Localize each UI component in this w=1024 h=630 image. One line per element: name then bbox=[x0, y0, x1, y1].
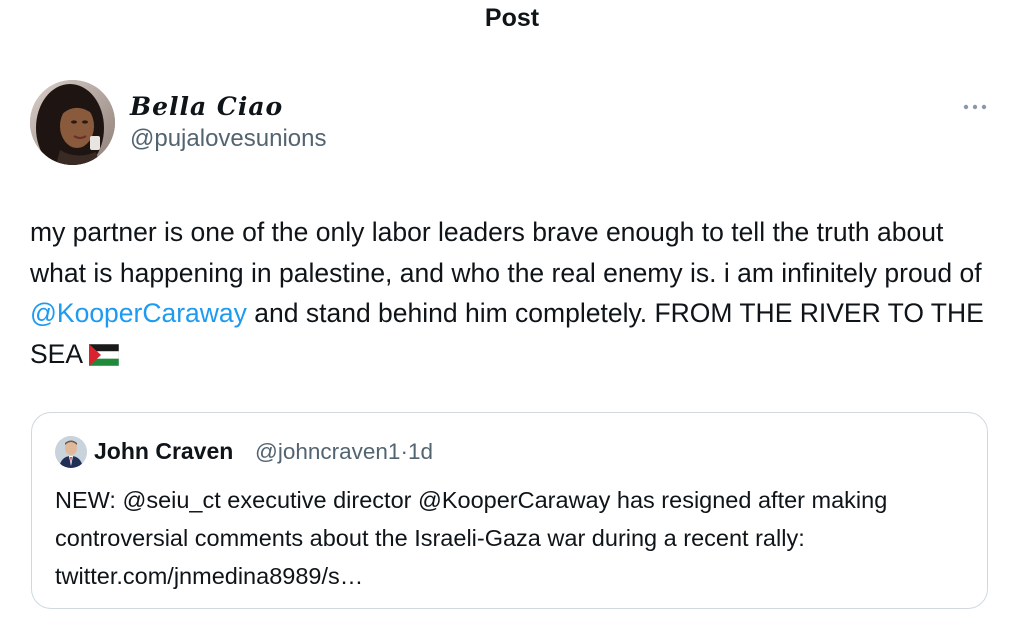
quote-author-name[interactable]: John Craven bbox=[94, 438, 233, 465]
post-page: Post 𝑩𝒆𝒍𝒍𝒂 𝑪𝒊𝒂𝒐 @pujalovesunions my part… bbox=[0, 0, 1024, 630]
author-display-name[interactable]: 𝑩𝒆𝒍𝒍𝒂 𝑪𝒊𝒂𝒐 bbox=[130, 92, 283, 121]
more-icon bbox=[963, 104, 987, 110]
quote-meta: @johncraven1·1d bbox=[255, 439, 433, 465]
more-options-button[interactable] bbox=[958, 96, 992, 118]
palestine-flag-icon bbox=[88, 337, 120, 378]
quote-timestamp[interactable]: 1d bbox=[408, 439, 433, 464]
quoted-post-card[interactable]: John Craven @johncraven1·1d NEW: @seiu_c… bbox=[31, 412, 988, 609]
quote-author-handle[interactable]: @johncraven1 bbox=[255, 439, 400, 464]
quote-avatar-image bbox=[55, 436, 87, 468]
author-avatar[interactable] bbox=[30, 80, 115, 165]
meta-separator: · bbox=[400, 439, 408, 464]
post-text: my partner is one of the only labor lead… bbox=[30, 212, 1005, 377]
avatar-image bbox=[30, 80, 115, 165]
quote-author-avatar[interactable] bbox=[55, 436, 87, 468]
quote-text: NEW: @seiu_ct executive director @Kooper… bbox=[55, 487, 888, 589]
post-text-part1: my partner is one of the only labor lead… bbox=[30, 217, 982, 288]
mention-link[interactable]: @KooperCaraway bbox=[30, 298, 247, 328]
author-handle[interactable]: @pujalovesunions bbox=[130, 125, 327, 153]
page-title: Post bbox=[484, 4, 540, 32]
